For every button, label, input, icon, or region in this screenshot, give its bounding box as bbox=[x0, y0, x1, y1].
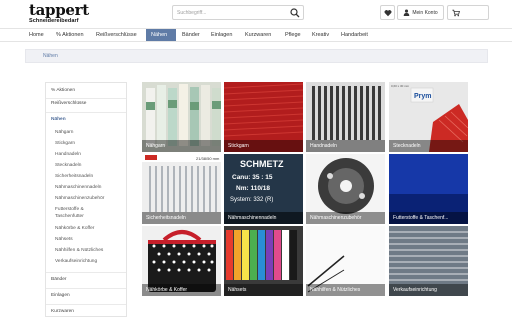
tile-label: Nähsets bbox=[224, 284, 303, 296]
heart-icon bbox=[384, 9, 391, 16]
user-icon bbox=[404, 9, 410, 16]
pins-brand-text: Prym bbox=[414, 93, 432, 100]
main-nav: Home % Aktionen Reißverschlüsse Nähen Bä… bbox=[0, 28, 512, 42]
nav-item-baender[interactable]: Bänder bbox=[179, 29, 203, 41]
wishlist-button[interactable] bbox=[380, 5, 395, 20]
category-tile-naehgarn[interactable]: Nähgarn bbox=[142, 82, 221, 152]
nav-item-reissverschluesse[interactable]: Reißverschlüsse bbox=[93, 29, 140, 41]
sidebar-subitem-futterstoffe[interactable]: Futterstoffe & bbox=[55, 207, 84, 212]
schmetz-canu-text: Canu: 35 : 15 bbox=[232, 174, 273, 181]
category-tile-naehmaschinenzubehoer[interactable]: Nähmaschinenzubehör bbox=[306, 154, 385, 224]
nav-item-naehen[interactable]: Nähen bbox=[146, 29, 176, 41]
cart-button[interactable] bbox=[447, 5, 489, 20]
header: tappert Schneidereibedarf Mein Konto bbox=[0, 0, 512, 28]
tile-label: Nähhilfen & Nützliches bbox=[306, 284, 385, 296]
nav-item-home[interactable]: Home bbox=[26, 29, 47, 41]
tile-label: Futterstoffe & Taschenf... bbox=[389, 212, 468, 224]
schmetz-system-text: System: 332 (R) bbox=[230, 197, 273, 203]
sidebar-item-aktionen[interactable]: % Aktionen bbox=[51, 88, 75, 93]
category-tile-stickgarn[interactable]: Stickgarn bbox=[224, 82, 303, 152]
tile-label: Stickgarn bbox=[224, 140, 303, 152]
schmetz-nm-text: Nm: 110/18 bbox=[236, 185, 270, 192]
sidebar-subitem-stickgarn[interactable]: Stickgarn bbox=[55, 141, 75, 146]
tile-label: Sicherheitsnadeln bbox=[142, 212, 221, 224]
category-tile-naehkoerbe[interactable]: Nähkörbe & Koffer bbox=[142, 226, 221, 296]
category-tile-naehhilfen[interactable]: Nähhilfen & Nützliches bbox=[306, 226, 385, 296]
sidebar-subitem-stecknadeln[interactable]: Stecknadeln bbox=[55, 163, 81, 168]
sidebar-divider bbox=[46, 304, 126, 305]
sidebar-subitem-taschenfutter[interactable]: Taschenfutter bbox=[55, 214, 84, 219]
sidebar-subitem-naehkoerbe[interactable]: Nähkörbe & Koffer bbox=[55, 226, 94, 231]
sidebar-subitem-naehmaschinennadeln[interactable]: Nähmaschinennadeln bbox=[55, 185, 101, 190]
category-tile-verkaufseinrichtung[interactable]: Verkaufseinrichtung bbox=[389, 226, 468, 296]
cart-icon bbox=[452, 9, 460, 16]
logo[interactable]: tappert Schneidereibedarf bbox=[29, 1, 89, 25]
nav-item-kreativ[interactable]: Kreativ bbox=[309, 29, 332, 41]
tile-label: Nähmaschinenzubehör bbox=[306, 212, 385, 224]
nav-item-aktionen[interactable]: % Aktionen bbox=[53, 29, 87, 41]
sidebar-subitem-naehhilfen[interactable]: Nähhilfen & Nützliches bbox=[55, 248, 103, 253]
sidebar-item-baender[interactable]: Bänder bbox=[51, 277, 66, 282]
breadcrumb: Nähen bbox=[25, 49, 488, 63]
nav-item-einlagen[interactable]: Einlagen bbox=[208, 29, 235, 41]
sidebar-subitem-sicherheitsnadeln[interactable]: Sicherheitsnadeln bbox=[55, 174, 93, 179]
sidebar-subitem-verkaufseinrichtung[interactable]: Verkaufseinrichtung bbox=[55, 259, 97, 264]
tile-label: Nähgarn bbox=[142, 140, 221, 152]
account-label: Mein Konto bbox=[412, 9, 438, 16]
schmetz-brand-text: SCHMETZ bbox=[240, 159, 284, 169]
sidebar-subitem-naehmaschinenzubehoer[interactable]: Nähmaschinenzubehör bbox=[55, 196, 104, 201]
search-box bbox=[172, 5, 304, 20]
tile-label: Verkaufseinrichtung bbox=[389, 284, 468, 296]
sidebar-item-reissverschluesse[interactable]: Reißverschlüsse bbox=[51, 101, 86, 106]
sidebar-item-naehen[interactable]: Nähen bbox=[51, 117, 66, 122]
nav-item-handarbeit[interactable]: Handarbeit bbox=[338, 29, 371, 41]
tile-label: Handnadeln bbox=[306, 140, 385, 152]
sidebar-subitem-handnadeln[interactable]: Handnadeln bbox=[55, 152, 81, 157]
logo-text: tappert bbox=[29, 1, 89, 19]
search-input[interactable] bbox=[177, 7, 287, 18]
sidebar-divider bbox=[46, 288, 126, 289]
nav-item-kurzwaren[interactable]: Kurzwaren bbox=[242, 29, 274, 41]
sidebar-item-einlagen[interactable]: Einlagen bbox=[51, 293, 70, 298]
account-button[interactable]: Mein Konto bbox=[397, 5, 444, 20]
sidebar-divider bbox=[46, 98, 126, 99]
sidebar-item-kurzwaren[interactable]: Kurzwaren bbox=[51, 309, 74, 314]
safety-size-text: 21/38/50 mm bbox=[196, 156, 220, 161]
tile-label: Stecknadeln bbox=[389, 140, 468, 152]
sidebar-subitem-naehsets[interactable]: Nähsets bbox=[55, 237, 73, 242]
category-tile-stecknadeln[interactable]: Prym 0,60 x 30 mm Stecknadeln bbox=[389, 82, 468, 152]
pins-size-text: 0,60 x 30 mm bbox=[391, 84, 410, 88]
category-tile-handnadeln[interactable]: Handnadeln bbox=[306, 82, 385, 152]
search-icon[interactable] bbox=[290, 8, 300, 18]
category-tile-naehmaschinennadeln[interactable]: SCHMETZ Canu: 35 : 15 Nm: 110/18 System:… bbox=[224, 154, 303, 224]
tile-label: Nähkörbe & Koffer bbox=[142, 284, 221, 296]
sidebar-divider bbox=[46, 272, 126, 273]
sidebar-divider bbox=[46, 112, 126, 113]
category-tile-futterstoffe[interactable]: Futterstoffe & Taschenf... bbox=[389, 154, 468, 224]
breadcrumb-current[interactable]: Nähen bbox=[43, 53, 58, 59]
category-tile-naehsets[interactable]: Nähsets bbox=[224, 226, 303, 296]
nav-item-pflege[interactable]: Pflege bbox=[282, 29, 304, 41]
tile-label: Nähmaschinennadeln bbox=[224, 212, 303, 224]
category-tile-sicherheitsnadeln[interactable]: 21/38/50 mm Sicherheitsnadeln bbox=[142, 154, 221, 224]
category-sidebar: % Aktionen Reißverschlüsse Nähen Nähgarn… bbox=[45, 82, 127, 317]
sidebar-subitem-naehgarn[interactable]: Nähgarn bbox=[55, 130, 73, 135]
